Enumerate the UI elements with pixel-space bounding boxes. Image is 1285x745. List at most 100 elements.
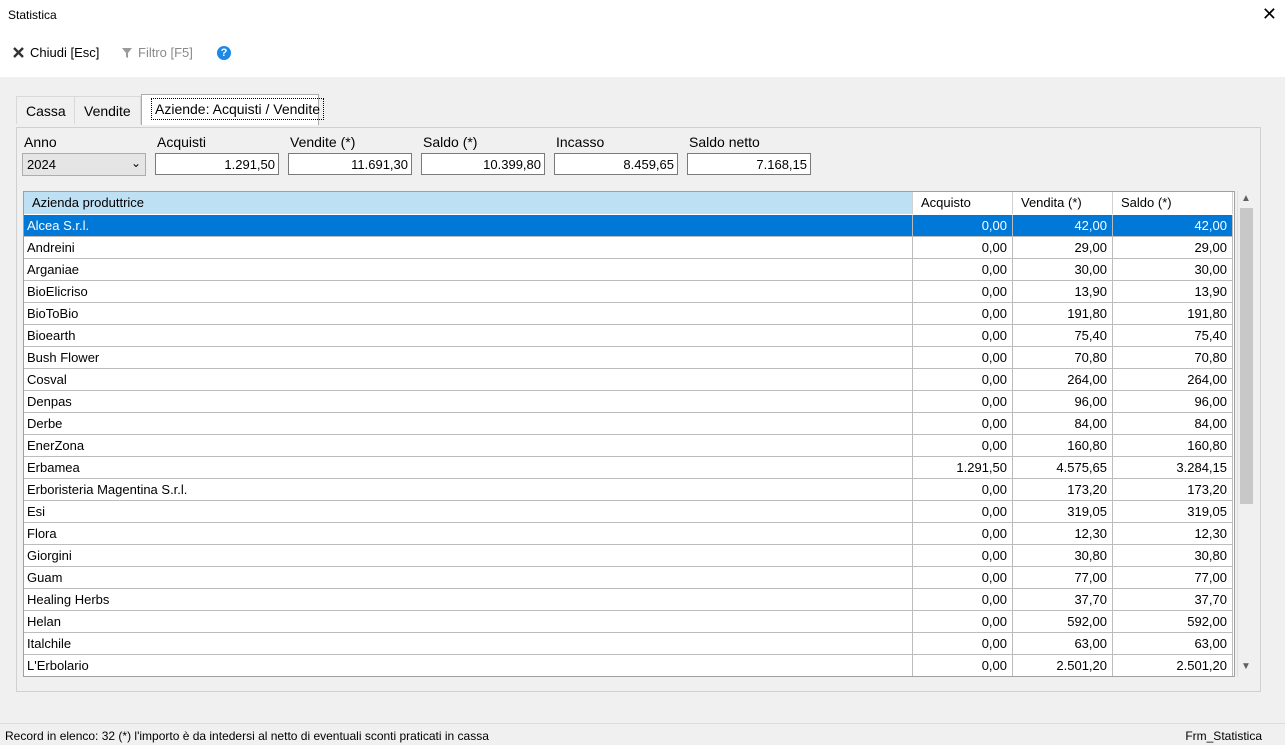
saldo-field[interactable]: 10.399,80: [421, 153, 545, 175]
saldo-cell: 173,20: [1113, 479, 1233, 501]
saldo-cell: 30,80: [1113, 545, 1233, 567]
window-title: Statistica: [8, 8, 57, 22]
acquisto-cell: 0,00: [913, 501, 1013, 523]
column-header-saldo[interactable]: Saldo (*): [1113, 192, 1233, 214]
table-row[interactable]: BioElicriso 0,00 13,90 13,90: [24, 281, 1234, 303]
acquisto-cell: 0,00: [913, 545, 1013, 567]
vendita-cell: 13,90: [1013, 281, 1113, 303]
table-row[interactable]: Bioearth 0,00 75,40 75,40: [24, 325, 1234, 347]
tab-cassa[interactable]: Cassa: [16, 96, 76, 124]
acquisto-cell: 0,00: [913, 435, 1013, 457]
saldo-netto-field[interactable]: 7.168,15: [687, 153, 811, 175]
acquisto-cell: 0,00: [913, 347, 1013, 369]
vendita-cell: 4.575,65: [1013, 457, 1113, 479]
close-button-label: Chiudi [Esc]: [30, 45, 100, 60]
vendita-cell: 84,00: [1013, 413, 1113, 435]
column-header-acquisto[interactable]: Acquisto: [913, 192, 1013, 214]
acquisto-cell: 1.291,50: [913, 457, 1013, 479]
vendita-cell: 75,40: [1013, 325, 1113, 347]
saldo-cell: 84,00: [1113, 413, 1233, 435]
anno-label: Anno: [24, 134, 57, 150]
column-header-azienda[interactable]: Azienda produttrice: [24, 192, 913, 214]
name-cell: Cosval: [24, 369, 913, 391]
name-cell: Giorgini: [24, 545, 913, 567]
close-button[interactable]: Chiudi [Esc]: [12, 45, 99, 60]
vendita-cell: 70,80: [1013, 347, 1113, 369]
scroll-down-icon[interactable]: ▼: [1241, 661, 1251, 672]
incasso-field[interactable]: 8.459,65: [554, 153, 678, 175]
name-cell: Derbe: [24, 413, 913, 435]
table-row[interactable]: EnerZona 0,00 160,80 160,80: [24, 435, 1234, 457]
name-cell: Erbamea: [24, 457, 913, 479]
table-row[interactable]: Guam 0,00 77,00 77,00: [24, 567, 1234, 589]
saldo-cell: 77,00: [1113, 567, 1233, 589]
tab-aziende[interactable]: Aziende: Acquisti / Vendite: [141, 94, 324, 125]
vendite-label: Vendite (*): [290, 134, 356, 150]
name-cell: L'Erbolario: [24, 655, 913, 676]
acquisto-cell: 0,00: [913, 325, 1013, 347]
saldo-cell: 592,00: [1113, 611, 1233, 633]
table-row[interactable]: Bush Flower 0,00 70,80 70,80: [24, 347, 1234, 369]
name-cell: Denpas: [24, 391, 913, 413]
saldo-label: Saldo (*): [423, 134, 478, 150]
funnel-icon: [122, 47, 132, 58]
form-name: Frm_Statistica: [1185, 729, 1262, 743]
saldo-cell: 13,90: [1113, 281, 1233, 303]
scroll-up-icon[interactable]: ▲: [1241, 193, 1251, 204]
table-row[interactable]: Healing Herbs 0,00 37,70 37,70: [24, 589, 1234, 611]
table-row[interactable]: Erbamea 1.291,50 4.575,65 3.284,15: [24, 457, 1234, 479]
saldo-netto-label: Saldo netto: [689, 134, 760, 150]
acquisto-cell: 0,00: [913, 237, 1013, 259]
table-row[interactable]: Arganiae 0,00 30,00 30,00: [24, 259, 1234, 281]
vendita-cell: 42,00: [1013, 215, 1113, 237]
table-row[interactable]: Esi 0,00 319,05 319,05: [24, 501, 1234, 523]
table-row[interactable]: Italchile 0,00 63,00 63,00: [24, 633, 1234, 655]
acquisto-cell: 0,00: [913, 655, 1013, 676]
filter-button-label: Filtro [F5]: [138, 45, 193, 60]
vendita-cell: 37,70: [1013, 589, 1113, 611]
vertical-scrollbar[interactable]: ▲ ▼: [1237, 191, 1255, 677]
saldo-cell: 29,00: [1113, 237, 1233, 259]
close-window-icon[interactable]: ✕: [1262, 4, 1277, 24]
table-row[interactable]: Erboristeria Magentina S.r.l. 0,00 173,20 1…: [24, 479, 1234, 501]
table-row[interactable]: Andreini 0,00 29,00 29,00: [24, 237, 1234, 259]
acquisto-cell: 0,00: [913, 589, 1013, 611]
table-row[interactable]: Derbe 0,00 84,00 84,00: [24, 413, 1234, 435]
saldo-cell: 191,80: [1113, 303, 1233, 325]
table-row[interactable]: Cosval 0,00 264,00 264,00: [24, 369, 1234, 391]
filter-button[interactable]: Filtro [F5]: [121, 45, 193, 60]
status-bar: Record in elenco: 32 (*) l'importo è da …: [0, 723, 1285, 745]
vendita-cell: 30,80: [1013, 545, 1113, 567]
table-row[interactable]: Denpas 0,00 96,00 96,00: [24, 391, 1234, 413]
anno-value: 2024: [27, 157, 56, 172]
acquisto-cell: 0,00: [913, 633, 1013, 655]
vendita-cell: 30,00: [1013, 259, 1113, 281]
scrollbar-thumb[interactable]: [1240, 208, 1253, 504]
toolbar: Chiudi [Esc] Filtro [F5] ?: [0, 30, 1285, 77]
name-cell: Bush Flower: [24, 347, 913, 369]
anno-select[interactable]: 2024 ⌄: [22, 153, 146, 176]
saldo-cell: 42,00: [1113, 215, 1233, 237]
vendita-cell: 29,00: [1013, 237, 1113, 259]
acquisti-field[interactable]: 1.291,50: [155, 153, 279, 175]
table-row[interactable]: Alcea S.r.l. 0,00 42,00 42,00: [24, 215, 1234, 237]
saldo-cell: 63,00: [1113, 633, 1233, 655]
vendita-cell: 77,00: [1013, 567, 1113, 589]
column-header-vendita[interactable]: Vendita (*): [1013, 192, 1113, 214]
name-cell: Italchile: [24, 633, 913, 655]
tab-vendite[interactable]: Vendite: [74, 96, 141, 124]
name-cell: Healing Herbs: [24, 589, 913, 611]
table-row[interactable]: Giorgini 0,00 30,80 30,80: [24, 545, 1234, 567]
vendita-cell: 319,05: [1013, 501, 1113, 523]
table-row[interactable]: BioToBio 0,00 191,80 191,80: [24, 303, 1234, 325]
aziende-table[interactable]: Azienda produttrice Acquisto Vendita (*)…: [23, 191, 1235, 677]
table-row[interactable]: Flora 0,00 12,30 12,30: [24, 523, 1234, 545]
saldo-cell: 75,40: [1113, 325, 1233, 347]
help-icon[interactable]: ?: [217, 46, 231, 60]
vendite-field[interactable]: 11.691,30: [288, 153, 412, 175]
table-row[interactable]: L'Erbolario 0,00 2.501,20 2.501,20: [24, 655, 1234, 676]
acquisto-cell: 0,00: [913, 611, 1013, 633]
acquisto-cell: 0,00: [913, 259, 1013, 281]
table-row[interactable]: Helan 0,00 592,00 592,00: [24, 611, 1234, 633]
saldo-cell: 319,05: [1113, 501, 1233, 523]
